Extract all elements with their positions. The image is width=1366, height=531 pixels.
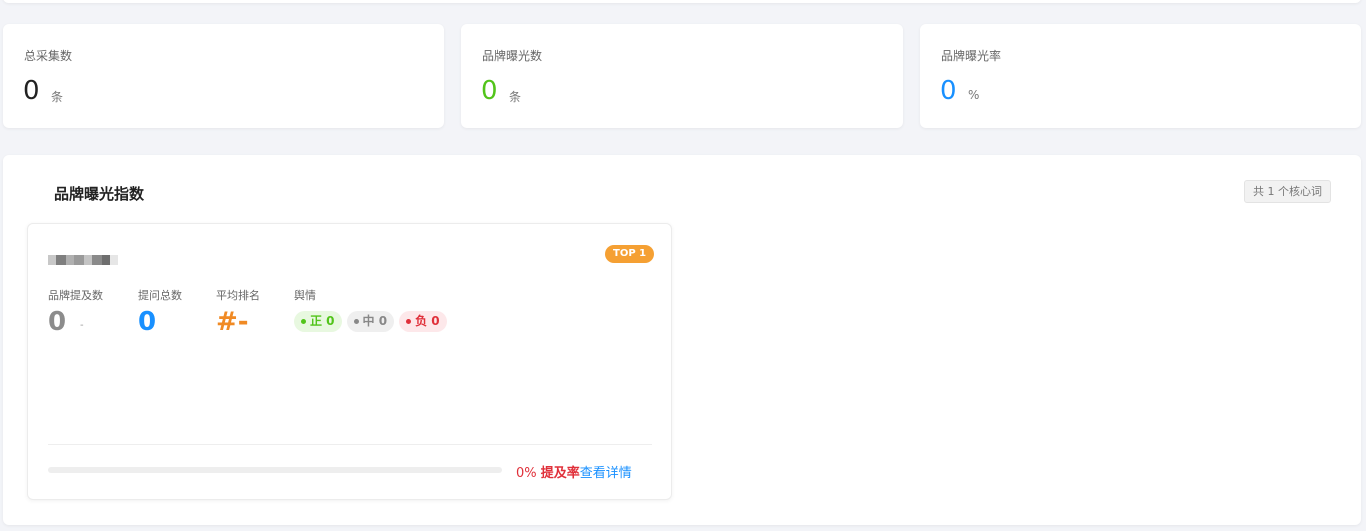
stat-label: 品牌曝光率 (941, 49, 1002, 63)
sentiment-positive-pill: 正 0 (294, 311, 342, 332)
sentiment-negative-label: 负 0 (415, 314, 440, 328)
keyword-name-redacted (48, 248, 128, 272)
neutral-dot-icon (353, 319, 359, 324)
keyword-card[interactable]: TOP 1 品牌提及数 0 - 提问总数 0 平均排名 #- 舆情 正 0 中 … (27, 223, 672, 500)
sentiment-neutral-pill: 中 0 (346, 311, 395, 332)
stat-label: 品牌曝光数 (482, 49, 543, 63)
positive-dot-icon (301, 319, 306, 324)
stat-value: 0 (481, 76, 498, 106)
view-details-link[interactable]: 查看详情 (580, 466, 632, 481)
metric-value: 0 (138, 307, 157, 337)
metric-mentions-sub: - (80, 320, 84, 331)
metric-label: 品牌提及数 (48, 289, 103, 302)
card-divider (48, 444, 652, 445)
stat-value: 0 (23, 76, 40, 106)
sentiment-positive-label: 正 0 (310, 314, 335, 328)
metric-label: 舆情 (294, 289, 316, 302)
stat-value: 0 (940, 76, 957, 106)
brand-exposure-index-panel: 品牌曝光指数 共 1 个核心词 TOP 1 品牌提及数 0 - 提问总数 0 平… (3, 155, 1361, 525)
stat-label: 总采集数 (24, 49, 73, 63)
metric-label: 平均排名 (216, 289, 260, 302)
stat-unit: 条 (51, 90, 64, 104)
top-rank-badge: TOP 1 (605, 245, 655, 263)
sentiment-negative-pill: 负 0 (399, 311, 447, 332)
mention-rate-percent: 0% (516, 466, 537, 481)
mention-rate-text: 0% 提及率查看详情 (516, 462, 632, 481)
sentiment-neutral-label: 中 0 (362, 314, 388, 328)
stat-unit: % (968, 88, 980, 102)
metric-sentiment: 舆情 (294, 287, 316, 303)
panel-title: 品牌曝光指数 (54, 185, 145, 203)
metric-label: 提问总数 (138, 289, 182, 302)
metric-value: #- (216, 307, 249, 337)
metric-total-questions: 提问总数 0 (138, 287, 182, 337)
stat-card-brand-exposure-rate: 品牌曝光率 0 % (920, 24, 1361, 128)
stat-unit: 条 (509, 90, 522, 104)
mention-rate-label: 提及率 (540, 466, 580, 481)
mention-rate-progress-bar (48, 467, 502, 473)
stat-card-total-collected: 总采集数 0 条 (3, 24, 444, 128)
negative-dot-icon (406, 319, 412, 324)
sentiment-pills: 正 0 中 0 负 0 (294, 311, 447, 332)
stat-card-brand-exposure: 品牌曝光数 0 条 (461, 24, 903, 128)
metric-average-rank: 平均排名 #- (216, 287, 260, 337)
metric-value: 0 (48, 307, 67, 337)
keyword-count-chip: 共 1 个核心词 (1244, 180, 1331, 203)
metric-brand-mentions: 品牌提及数 0 (48, 287, 103, 337)
top-section-strip (3, 0, 1361, 3)
